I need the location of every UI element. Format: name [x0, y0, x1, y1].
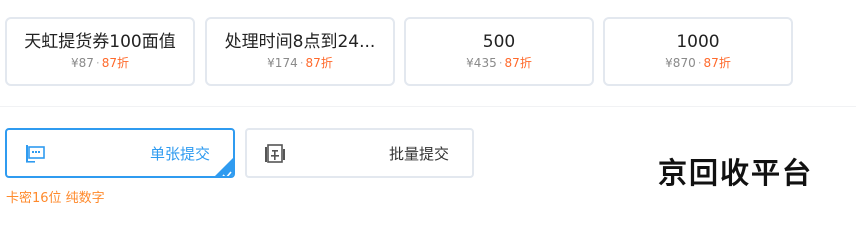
- denomination-discount: 87折: [703, 56, 731, 70]
- price-separator: ·: [299, 56, 304, 70]
- section-divider: [0, 106, 856, 107]
- single-submit-label: 单张提交: [150, 145, 211, 163]
- recycle-form: 天虹提货券100面值 ¥87 · 87折 处理时间8点到24... ¥174 · 87折…: [0, 0, 856, 223]
- batch-card-icon: [263, 143, 287, 165]
- denomination-price-line: ¥87 · 87折: [7, 55, 193, 71]
- denomination-discount: 87折: [504, 56, 532, 70]
- single-submit-tab[interactable]: 单张提交: [5, 128, 235, 178]
- card-format-hint: 卡密16位 纯数字: [6, 191, 105, 206]
- denomination-card[interactable]: 1000 ¥870 · 87折: [603, 17, 793, 86]
- watermark-text: 京回收平台: [658, 156, 814, 190]
- denomination-card[interactable]: 500 ¥435 · 87折: [404, 17, 594, 86]
- denomination-price: ¥870: [665, 56, 696, 70]
- price-separator: ·: [498, 56, 503, 70]
- denomination-discount: 87折: [305, 56, 333, 70]
- checkmark-icon: [222, 165, 232, 176]
- denomination-price-line: ¥870 · 87折: [605, 55, 791, 71]
- denomination-card[interactable]: 天虹提货券100面值 ¥87 · 87折: [5, 17, 195, 86]
- denomination-price: ¥87: [70, 56, 94, 70]
- denomination-price-line: ¥435 · 87折: [406, 55, 592, 71]
- price-separator: ·: [95, 56, 100, 70]
- denomination-title: 处理时间8点到24...: [224, 32, 376, 52]
- denomination-title: 1000: [676, 32, 720, 52]
- batch-submit-label: 批量提交: [389, 145, 450, 163]
- denomination-price: ¥174: [267, 56, 298, 70]
- denomination-price-line: ¥174 · 87折: [207, 55, 393, 71]
- denomination-discount: 87折: [101, 56, 129, 70]
- batch-submit-tab[interactable]: 批量提交: [245, 128, 474, 178]
- denomination-card[interactable]: 处理时间8点到24... ¥174 · 87折: [205, 17, 395, 86]
- denomination-price: ¥435: [466, 56, 497, 70]
- single-card-icon: [23, 143, 47, 165]
- denomination-title: 天虹提货券100面值: [24, 32, 176, 52]
- price-separator: ·: [697, 56, 702, 70]
- denomination-title: 500: [482, 32, 516, 52]
